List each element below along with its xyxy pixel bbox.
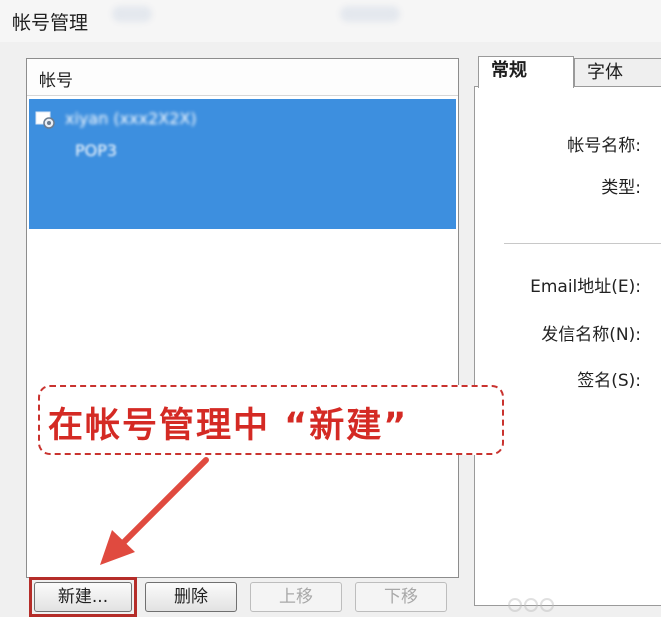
tab-general[interactable]: 常规 [478, 56, 574, 88]
title-bar: 帐号管理 [0, 0, 661, 42]
account-properties-panel [474, 86, 661, 606]
annotation-text: 在帐号管理中 “新建” [48, 406, 409, 446]
account-column-label: 帐号 [39, 71, 73, 91]
account-list-panel: 帐号 xiyan (xxx2X2X) POP3 [26, 58, 459, 578]
annotation-callout: 在帐号管理中 “新建” [38, 385, 504, 455]
account-type: POP3 [75, 141, 118, 160]
type-label: 类型: [601, 178, 641, 198]
blurred-title-text [112, 6, 152, 22]
watermark-logo-icon [508, 598, 554, 612]
account-name: xiyan (xxx2X2X) [65, 109, 197, 128]
move-down-button[interactable]: 下移 [355, 582, 447, 612]
move-up-button[interactable]: 上移 [250, 582, 342, 612]
account-list-item[interactable]: xiyan (xxx2X2X) POP3 [29, 99, 456, 229]
blurred-title-text [340, 6, 400, 22]
account-list-header[interactable]: 帐号 [27, 59, 458, 96]
divider [504, 243, 661, 244]
email-label: Email地址(E): [530, 277, 641, 297]
signature-label: 签名(S): [577, 371, 641, 391]
delete-account-button[interactable]: 删除 [145, 582, 237, 612]
sender-name-label: 发信名称(N): [541, 325, 641, 345]
account-gear-icon [35, 111, 55, 129]
new-button-highlight [29, 577, 137, 617]
account-name-label: 帐号名称: [567, 136, 641, 156]
tab-font[interactable]: 字体 [574, 58, 661, 88]
window-title: 帐号管理 [12, 12, 89, 34]
